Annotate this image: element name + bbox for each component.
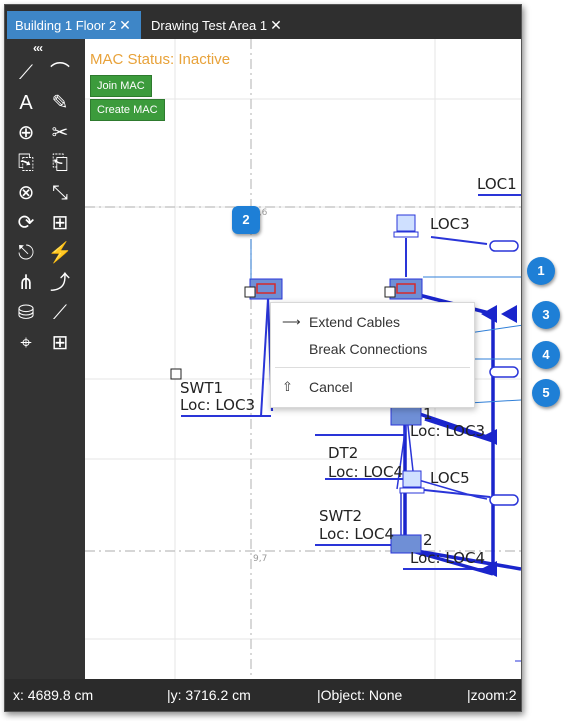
collapse-toolbar-button[interactable]: ‹‹‹ (33, 41, 43, 55)
mac-status: MAC Status: Inactive (90, 51, 231, 68)
scale-icon[interactable]: ⤡ (45, 179, 75, 207)
create-mac-button[interactable]: Create MAC (90, 99, 165, 121)
y-coordinate: |y: 3716.2 cm (167, 687, 251, 703)
draw-arc-icon[interactable]: ⌒ (45, 59, 75, 87)
device2-suffix: 2 (423, 531, 433, 549)
add-object-icon[interactable]: ⊕ (11, 119, 41, 147)
tab-bar: Building 1 Floor 2 ✕ Drawing Test Area 1 ✕ (5, 5, 521, 39)
join-mac-button[interactable]: Join MAC (90, 75, 152, 97)
arrow-right-icon: ⟶ (282, 314, 301, 329)
loc1-label: LOC1 (477, 175, 517, 193)
menu-divider (275, 367, 470, 368)
computer-loc3-icon[interactable] (393, 214, 419, 238)
switch-swt1-icon[interactable] (244, 278, 283, 300)
swt1-location: Loc: LOC3 (180, 396, 255, 414)
arrowheads (481, 305, 517, 577)
drawing-canvas[interactable]: 9,6 9,7 LOC1 LOC3 SWT1 Loc: LOC3 1 Loc: … (85, 39, 521, 679)
swt2-name: SWT2 (319, 507, 363, 525)
loc3-label: LOC3 (430, 215, 470, 233)
cancel-item[interactable]: ⇧ Cancel (271, 375, 474, 399)
tab-label: Drawing Test Area 1 (151, 18, 268, 33)
swt2-location: Loc: LOC4 (319, 525, 394, 543)
add-group-icon[interactable]: ⊞ (45, 329, 75, 357)
copy-icon[interactable]: ⎘ (11, 149, 41, 177)
device1-location: Loc: LOC3 (410, 422, 485, 440)
grid-label-bottom: 9,7 (253, 554, 267, 564)
measure-icon[interactable]: ⟋ (45, 299, 75, 327)
plug-icon[interactable]: ⚡ (45, 239, 75, 267)
tab-drawing-test-area-1[interactable]: Drawing Test Area 1 ✕ (143, 11, 295, 39)
node-marker (170, 368, 182, 380)
close-icon[interactable]: ✕ (270, 17, 282, 33)
x-coordinate: x: 4689.8 cm (13, 687, 94, 703)
dt2-name: DT2 (328, 444, 359, 462)
callout-4: 4 (532, 341, 560, 369)
extend-cables-item[interactable]: ⟶ Extend Cables (271, 310, 474, 334)
swt1-name: SWT1 (180, 379, 224, 397)
callout-5: 5 (532, 379, 560, 407)
add-device-icon[interactable]: ⊞ (45, 209, 75, 237)
delete-icon[interactable]: ⊗ (11, 179, 41, 207)
loc5-label: LOC5 (430, 469, 470, 487)
paste-icon[interactable]: ⎗ (45, 149, 75, 177)
computer-loc5-icon[interactable] (399, 470, 425, 494)
cut-icon[interactable]: ✂ (45, 119, 75, 147)
zoom-level: |zoom:2 (467, 687, 517, 703)
tab-building-1-floor-2[interactable]: Building 1 Floor 2 ✕ (7, 11, 141, 39)
tab-label: Building 1 Floor 2 (15, 18, 117, 33)
add-layer-icon[interactable]: ⛁ (11, 299, 41, 327)
switch-loc3-icon[interactable] (384, 278, 423, 300)
tool-palette: ‹‹‹ ⟋ ⌒ A ✎ ⊕ ✂ ⎘ ⎗ ⊗ ⤡ ⟳ ⊞ ⎋ ⚡ ⋔ ⤴ ⛁ ⟋ ⌖ ⊞ (5, 39, 85, 679)
add-connection-icon[interactable]: ⋔ (11, 269, 41, 297)
break-connections-label: Break Connections (309, 341, 428, 357)
context-menu: ⟶ Extend Cables Break Connections ⇧ Canc… (270, 302, 475, 408)
cancel-icon: ⇧ (282, 379, 293, 394)
selected-object: |Object: None (317, 687, 403, 703)
cancel-label: Cancel (309, 379, 353, 395)
callout-2: 2 (232, 206, 260, 234)
draw-line-icon[interactable]: ⟋ (11, 59, 41, 87)
status-bar: x: 4689.8 cm |y: 3716.2 cm |Object: None… (5, 679, 521, 711)
dt2-location: Loc: LOC4 (328, 463, 403, 481)
rotate-icon[interactable]: ⟳ (11, 209, 41, 237)
callout-1: 1 (527, 257, 555, 285)
app-window: Building 1 Floor 2 ✕ Drawing Test Area 1 ✕… (4, 4, 522, 712)
add-text-icon[interactable]: A (11, 89, 41, 117)
cable-icon[interactable]: ⎋ (11, 239, 41, 267)
break-connections-item[interactable]: Break Connections (271, 337, 474, 361)
close-icon[interactable]: ✕ (119, 17, 131, 33)
device2-location: Loc: LOC4 (410, 549, 485, 567)
add-location-icon[interactable]: ⌖ (11, 329, 41, 357)
route-icon[interactable]: ⤴ (45, 269, 75, 297)
edit-text-icon[interactable]: ✎ (45, 89, 75, 117)
callout-3: 3 (532, 301, 560, 329)
extend-cables-label: Extend Cables (309, 314, 401, 330)
